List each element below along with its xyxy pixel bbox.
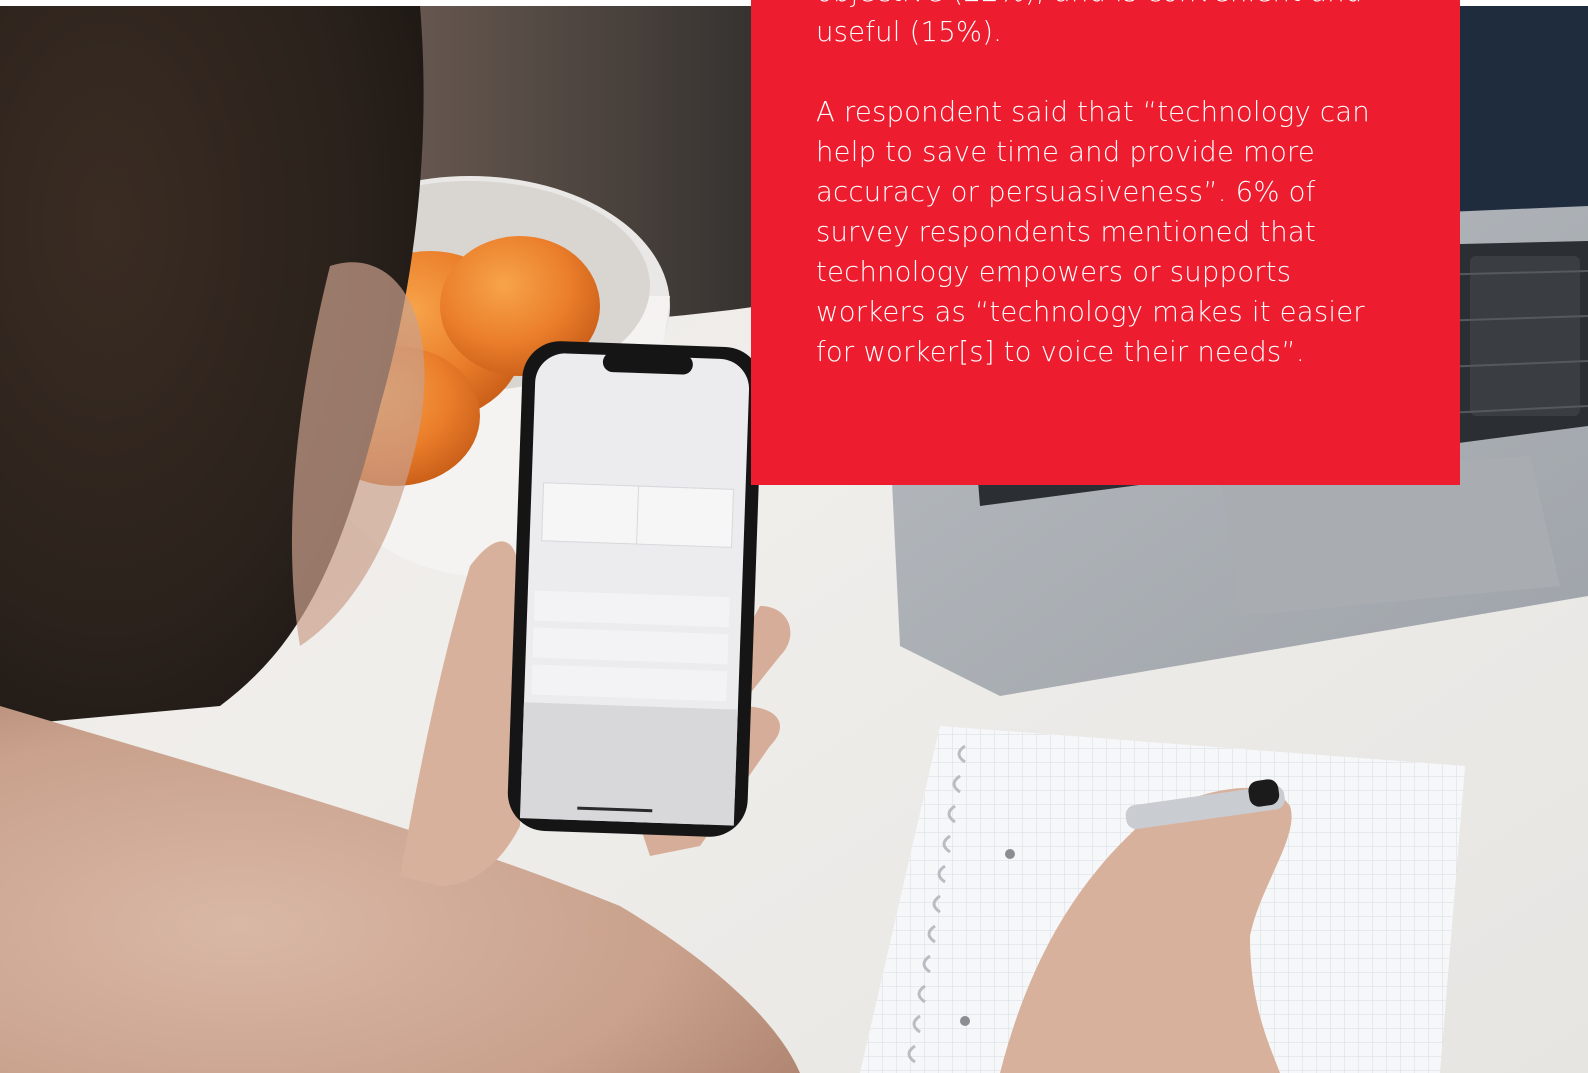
panel-text: objective (22%), and is convenient and u…: [816, 0, 1406, 372]
smartphone: [507, 341, 763, 837]
panel-paragraph-1: objective (22%), and is convenient and u…: [816, 0, 1362, 48]
panel-paragraph-2: A respondent said that “technology can h…: [816, 96, 1370, 368]
info-panel: objective (22%), and is convenient and u…: [751, 0, 1460, 485]
page: objective (22%), and is convenient and u…: [0, 0, 1588, 1073]
